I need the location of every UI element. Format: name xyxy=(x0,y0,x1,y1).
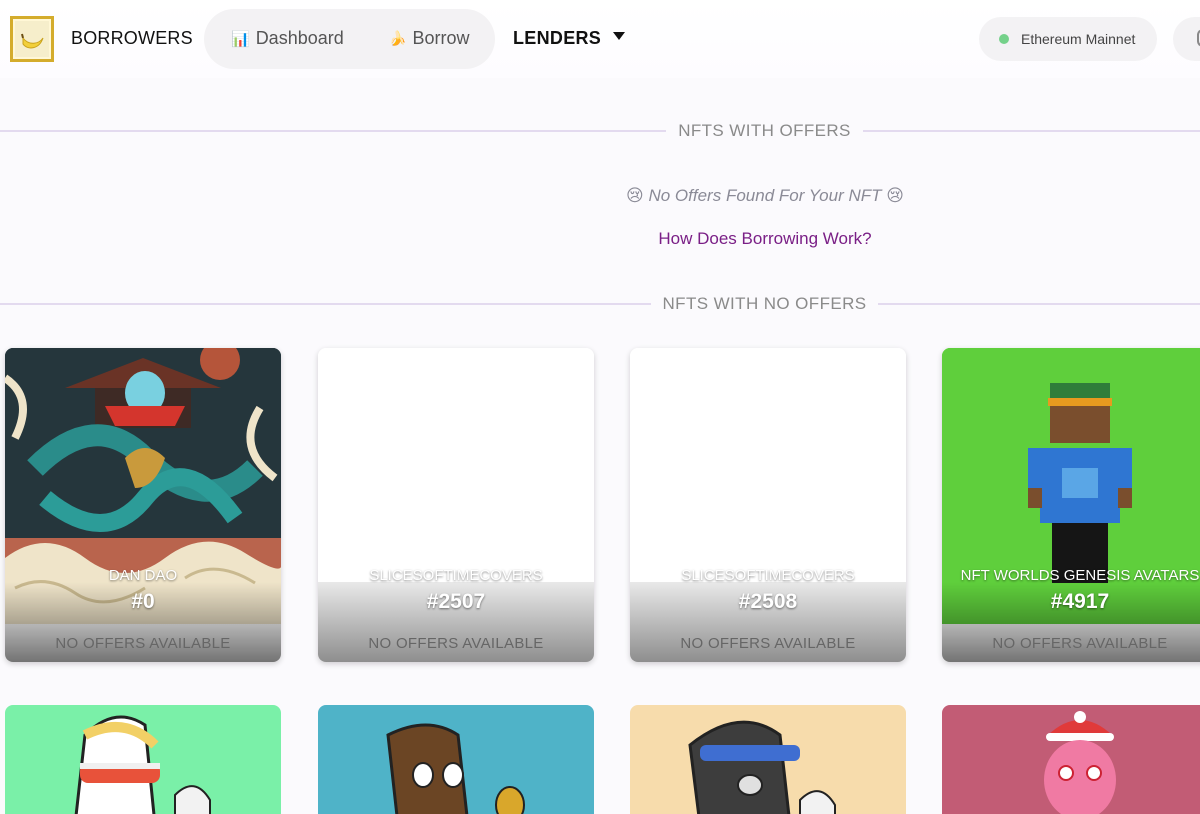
nav-dashboard-link[interactable]: 📊 Dashboard xyxy=(231,28,344,49)
divider-line xyxy=(0,130,666,132)
card-offer-status: NO OFFERS AVAILABLE xyxy=(368,634,544,652)
banana-icon xyxy=(21,33,44,49)
network-selector[interactable]: Ethereum Mainnet xyxy=(979,17,1157,61)
card-token-id: #4917 xyxy=(1050,590,1110,613)
nav-borrow-label: Borrow xyxy=(412,28,470,48)
section-title-with-offers: NFTS WITH OFFERS xyxy=(678,121,851,140)
card-offer-status: NO OFFERS AVAILABLE xyxy=(55,634,231,652)
divider-line xyxy=(863,130,1200,132)
nft-card[interactable]: DAN DAO #0 NO OFFERS AVAILABLE xyxy=(5,348,281,662)
top-nav: BORROWERS 📊 Dashboard 🍌 Borrow LENDERS E… xyxy=(0,0,1200,78)
chart-icon: 📊 xyxy=(231,30,250,48)
card-offer-status: NO OFFERS AVAILABLE xyxy=(680,634,856,652)
banana-icon: 🍌 xyxy=(389,30,407,46)
nft-image xyxy=(1044,711,1116,814)
lenders-label: LENDERS xyxy=(513,28,602,48)
nft-card[interactable] xyxy=(5,705,281,814)
card-collection-name: SLICESOFTIMECOVERS xyxy=(681,567,855,584)
nft-card[interactable]: SLICESOFTIMECOVERS #2508 NO OFFERS AVAIL… xyxy=(630,348,906,662)
caret-down-icon xyxy=(613,31,626,40)
nft-card[interactable]: SLICESOFTIMECOVERS #2507 NO OFFERS AVAIL… xyxy=(318,348,594,662)
card-collection-name: DAN DAO xyxy=(108,567,178,584)
card-collection-name: NFT WORLDS GENESIS AVATARS xyxy=(960,567,1200,584)
nft-card[interactable] xyxy=(318,705,594,814)
brand-title[interactable]: BORROWERS xyxy=(71,28,193,49)
divider-line xyxy=(0,303,651,305)
app-logo[interactable] xyxy=(10,16,54,62)
nft-card[interactable]: NFT WORLDS GENESIS AVATARS #4917 NO OFFE… xyxy=(942,348,1200,662)
nft-image xyxy=(74,715,211,814)
no-offers-message: 😢 No Offers Found For Your NFT 😢 xyxy=(626,186,904,205)
status-dot-icon xyxy=(999,34,1009,44)
card-collection-name: SLICESOFTIMECOVERS xyxy=(369,567,543,584)
divider-line xyxy=(878,303,1200,305)
network-label: Ethereum Mainnet xyxy=(1021,31,1136,47)
how-borrowing-works-text[interactable]: How Does Borrowing Work? xyxy=(658,229,871,248)
nav-borrow-link[interactable]: 🍌 Borrow xyxy=(389,28,469,49)
lenders-dropdown[interactable]: LENDERS xyxy=(513,28,626,49)
nft-card[interactable] xyxy=(942,705,1200,814)
nft-image xyxy=(688,720,836,814)
card-token-id: #0 xyxy=(131,590,155,613)
wallet-button[interactable] xyxy=(1173,17,1200,61)
nav-dashboard-label: Dashboard xyxy=(255,28,344,48)
card-token-id: #2508 xyxy=(738,590,798,613)
nft-card[interactable] xyxy=(630,705,906,814)
section-title-no-offers: NFTS WITH NO OFFERS xyxy=(662,294,867,313)
card-offer-status: NO OFFERS AVAILABLE xyxy=(992,634,1168,652)
nft-image xyxy=(386,723,525,814)
card-token-id: #2507 xyxy=(426,590,486,613)
how-borrowing-works-link[interactable]: How Does Borrowing Work? xyxy=(0,229,1200,249)
